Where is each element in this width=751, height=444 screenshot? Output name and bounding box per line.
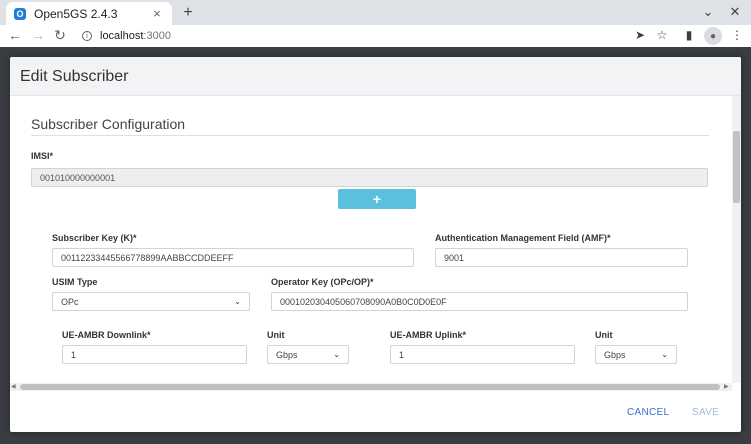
dialog-header: Edit Subscriber: [10, 57, 741, 96]
usim-type-label: USIM Type: [52, 277, 98, 287]
ue-ambr-downlink-field[interactable]: 1: [62, 345, 247, 364]
subscriber-key-field[interactable]: 00112233445566778899AABBCCDDEEFF: [52, 248, 414, 267]
url-host: localhost: [100, 30, 144, 42]
amf-field[interactable]: 9001: [435, 248, 688, 267]
window-close-icon[interactable]: ✕: [728, 4, 742, 20]
save-button[interactable]: SAVE: [692, 407, 719, 418]
operator-key-label: Operator Key (OPc/OP)*: [271, 277, 374, 287]
page-backdrop: Edit Subscriber Subscriber Configuration…: [0, 47, 751, 444]
chevron-down-icon: ⌄: [333, 350, 340, 359]
reload-icon[interactable]: ↻: [52, 27, 68, 44]
amf-label: Authentication Management Field (AMF)*: [435, 233, 611, 243]
tab-strip: O Open5GS 2.4.3 × + ⌄ ✕: [0, 0, 751, 25]
send-icon[interactable]: ➤: [633, 28, 647, 42]
downlink-unit-value: Gbps: [276, 349, 298, 360]
horizontal-scrollbar-thumb[interactable]: [20, 384, 720, 390]
subscriber-key-label: Subscriber Key (K)*: [52, 233, 137, 243]
uplink-unit-select[interactable]: Gbps ⌄: [595, 345, 677, 364]
open5gs-favicon-icon: O: [14, 7, 26, 20]
chevron-down-icon: ⌄: [661, 350, 668, 359]
vertical-scrollbar[interactable]: [732, 96, 741, 383]
usim-type-select[interactable]: OPc ⌄: [52, 292, 250, 311]
section-divider: [31, 135, 709, 136]
site-info-icon[interactable]: i: [82, 31, 92, 41]
horizontal-scrollbar[interactable]: ◀ ▶: [10, 383, 732, 391]
vertical-scrollbar-thumb[interactable]: [733, 131, 740, 203]
uplink-unit-value: Gbps: [604, 349, 626, 360]
add-button[interactable]: +: [338, 189, 416, 209]
imsi-label: IMSI*: [31, 151, 54, 161]
browser-toolbar: ← → ↻ i localhost :3000 ➤ ☆ ▮ ● ⋮: [0, 25, 751, 47]
tab-title: Open5GS 2.4.3: [34, 6, 118, 21]
browser-menu-icon[interactable]: ⋮: [730, 28, 744, 42]
address-bar[interactable]: i localhost :3000: [75, 27, 615, 45]
url-port: :3000: [143, 30, 171, 42]
chevron-down-icon[interactable]: ⌄: [701, 4, 715, 20]
forward-arrow-icon[interactable]: →: [30, 27, 46, 43]
side-panel-icon[interactable]: ▮: [682, 28, 696, 42]
imsi-field[interactable]: 001010000000001: [31, 168, 708, 187]
scroll-left-arrow-icon[interactable]: ◀: [11, 383, 16, 390]
back-arrow-icon[interactable]: ←: [7, 27, 23, 43]
bookmark-star-icon[interactable]: ☆: [655, 28, 669, 42]
downlink-unit-select[interactable]: Gbps ⌄: [267, 345, 349, 364]
profile-avatar-icon[interactable]: ●: [704, 27, 722, 45]
scroll-right-arrow-icon[interactable]: ▶: [724, 383, 729, 390]
browser-tab[interactable]: O Open5GS 2.4.3 ×: [6, 2, 172, 25]
ue-ambr-downlink-label: UE-AMBR Downlink*: [62, 330, 151, 340]
dialog-body: Subscriber Configuration IMSI* 001010000…: [10, 96, 732, 383]
ue-ambr-uplink-field[interactable]: 1: [390, 345, 575, 364]
chevron-down-icon: ⌄: [234, 297, 241, 306]
dialog-title: Edit Subscriber: [20, 68, 129, 85]
section-title: Subscriber Configuration: [31, 116, 186, 132]
operator-key-field[interactable]: 000102030405060708090A0B0C0D0E0F: [271, 292, 688, 311]
edit-subscriber-dialog: Edit Subscriber Subscriber Configuration…: [10, 57, 741, 432]
uplink-unit-label: Unit: [595, 330, 613, 340]
usim-type-value: OPc: [61, 296, 79, 307]
cancel-button[interactable]: CANCEL: [627, 407, 669, 418]
new-tab-icon[interactable]: +: [181, 4, 195, 22]
downlink-unit-label: Unit: [267, 330, 285, 340]
ue-ambr-uplink-label: UE-AMBR Uplink*: [390, 330, 466, 340]
close-tab-icon[interactable]: ×: [150, 6, 164, 21]
